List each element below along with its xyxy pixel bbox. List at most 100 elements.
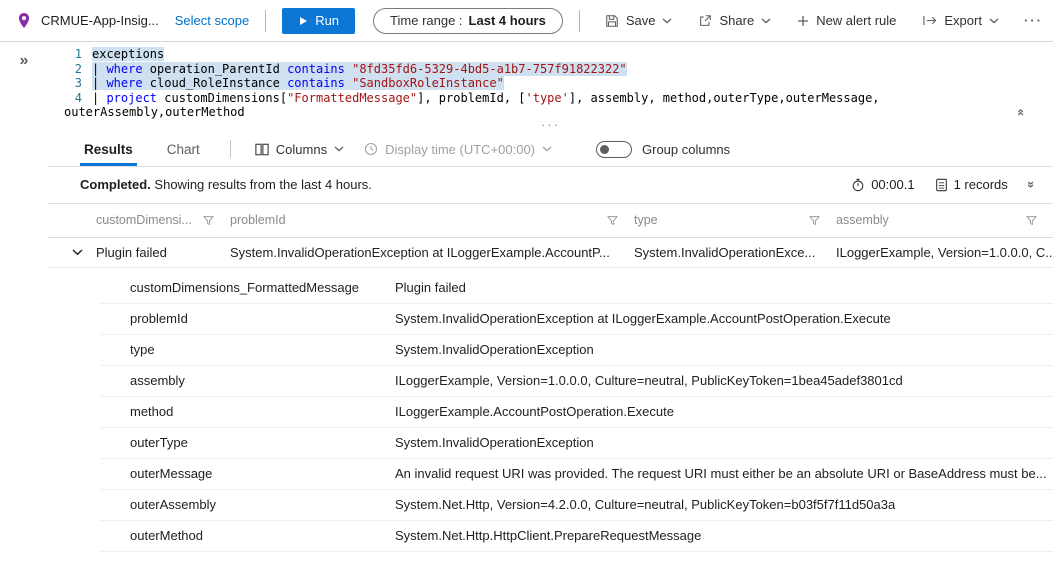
- time-range-value: Last 4 hours: [468, 13, 546, 28]
- detail-key: problemId: [130, 311, 188, 326]
- detail-key: type: [130, 342, 155, 357]
- export-icon: [923, 15, 937, 26]
- chevron-down-icon: [542, 146, 552, 152]
- results-toolbar: Results Chart Columns Display time (UTC+…: [48, 133, 1053, 167]
- display-time-button[interactable]: Display time (UTC+00:00): [354, 133, 562, 166]
- status-bar: Completed. Showing results from the last…: [48, 167, 1053, 204]
- toolbar-divider: [265, 9, 267, 32]
- toolbar-divider: [578, 9, 580, 32]
- column-header[interactable]: assembly: [836, 213, 1053, 227]
- detail-key: method: [130, 404, 174, 419]
- top-toolbar: CRMUE-App-Insig... Select scope Run Time…: [0, 0, 1053, 42]
- editor-line[interactable]: 4 | project customDimensions["FormattedM…: [48, 91, 1013, 106]
- toggle-knob: [600, 144, 609, 154]
- column-header-label: assembly: [836, 213, 889, 227]
- more-commands-button[interactable]: ···: [1016, 13, 1051, 28]
- row-details: customDimensions_FormattedMessage Plugin…: [48, 268, 1053, 552]
- detail-value: ILoggerExample.AccountPostOperation.Exec…: [395, 404, 674, 419]
- filter-icon[interactable]: [203, 215, 214, 226]
- filter-icon[interactable]: [809, 215, 820, 226]
- editor-lines: 1 exceptions 2 | where operation_ParentI…: [48, 47, 1013, 120]
- row-expander-icon[interactable]: [72, 248, 96, 256]
- chevron-down-icon: [989, 18, 999, 24]
- detail-row[interactable]: outerMessage An invalid request URI was …: [100, 459, 1053, 490]
- column-header-label: customDimensi...: [96, 213, 192, 227]
- detail-key: assembly: [130, 373, 185, 388]
- cell-assembly: ILoggerExample, Version=1.0.0.0, C...: [836, 244, 1053, 260]
- detail-value: System.InvalidOperationException: [395, 435, 594, 450]
- column-header[interactable]: problemId: [230, 213, 634, 227]
- save-button[interactable]: Save: [596, 7, 682, 35]
- filter-icon[interactable]: [1026, 215, 1037, 226]
- code-text: exceptions: [92, 47, 165, 61]
- group-columns-label: Group columns: [642, 141, 731, 157]
- detail-row[interactable]: problemId System.InvalidOperationExcepti…: [100, 304, 1053, 335]
- status-completed: Completed.: [80, 177, 151, 192]
- status-rest: Showing results from the last 4 hours.: [154, 177, 372, 192]
- detail-value: An invalid request URI was provided. The…: [395, 466, 1047, 481]
- share-icon: [700, 14, 712, 26]
- collapse-editor-icon[interactable]: »: [1014, 108, 1029, 116]
- line-number: 4: [74, 90, 82, 105]
- run-button[interactable]: Run: [282, 7, 356, 34]
- tab-results-label: Results: [84, 141, 133, 157]
- filter-icon[interactable]: [607, 215, 618, 226]
- detail-row[interactable]: customDimensions_FormattedMessage Plugin…: [100, 273, 1053, 304]
- header-cells: customDimensi... problemId type assembly: [96, 213, 1053, 227]
- detail-row[interactable]: type System.InvalidOperationException: [100, 335, 1053, 366]
- tab-chart[interactable]: Chart: [163, 133, 204, 166]
- play-icon: [300, 16, 308, 25]
- column-header[interactable]: type: [634, 213, 836, 227]
- tabs-divider: [229, 140, 231, 158]
- share-button[interactable]: Share: [689, 7, 780, 35]
- export-button[interactable]: Export: [913, 7, 1008, 35]
- elapsed-value: 00:00.1: [871, 177, 915, 192]
- line-number: 3: [74, 76, 82, 90]
- columns-icon: [255, 143, 269, 155]
- main-panel: 1 exceptions 2 | where operation_ParentI…: [48, 42, 1053, 566]
- detail-row[interactable]: outerAssembly System.Net.Http, Version=4…: [100, 490, 1053, 521]
- tab-chart-label: Chart: [166, 141, 200, 157]
- time-range-label: Time range :: [390, 13, 463, 28]
- editor-resize-handle[interactable]: ···: [48, 118, 1053, 133]
- chevron-down-icon: [761, 18, 771, 24]
- select-scope-link[interactable]: Select scope: [175, 13, 249, 28]
- plus-icon: [798, 15, 809, 26]
- expand-sidebar-icon[interactable]: »: [20, 52, 29, 70]
- detail-row[interactable]: outerMethod System.Net.Http.HttpClient.P…: [100, 521, 1053, 552]
- table-row[interactable]: Plugin failed System.InvalidOperationExc…: [48, 238, 1053, 268]
- detail-row[interactable]: assembly ILoggerExample, Version=1.0.0.0…: [100, 366, 1053, 397]
- column-header[interactable]: customDimensi...: [96, 213, 230, 227]
- detail-key: outerMethod: [130, 528, 203, 543]
- left-rail: »: [0, 42, 48, 566]
- detail-key: outerAssembly: [130, 497, 216, 512]
- group-columns-toggle[interactable]: [596, 140, 632, 158]
- line-number: 2: [74, 61, 82, 76]
- editor-line[interactable]: 2 | where operation_ParentId contains "8…: [48, 61, 1013, 77]
- stopwatch-icon: [852, 178, 864, 191]
- editor-line[interactable]: 3 | where cloud_RoleInstance contains "S…: [48, 76, 1013, 91]
- detail-row[interactable]: method ILoggerExample.AccountPostOperati…: [100, 397, 1053, 428]
- code-text: outerAssembly,outerMethod: [64, 105, 245, 119]
- code-text: | project customDimensions["FormattedMes…: [92, 90, 880, 105]
- columns-button[interactable]: Columns: [245, 133, 354, 166]
- detail-value: ILoggerExample, Version=1.0.0.0, Culture…: [395, 373, 903, 388]
- detail-row[interactable]: outerType System.InvalidOperationExcepti…: [100, 428, 1053, 459]
- status-message: Completed. Showing results from the last…: [80, 177, 372, 192]
- detail-value: System.Net.Http.HttpClient.PrepareReques…: [395, 528, 702, 543]
- new-alert-rule-button[interactable]: New alert rule: [788, 7, 905, 35]
- time-range-button[interactable]: Time range : Last 4 hours: [373, 7, 563, 34]
- cell-customDimensions: Plugin failed: [96, 244, 167, 260]
- chevron-down-icon: [662, 18, 672, 24]
- editor-line[interactable]: outerAssembly,outerMethod: [48, 105, 1013, 120]
- cell-type: System.InvalidOperationExce...: [634, 244, 816, 260]
- editor-line[interactable]: 1 exceptions: [48, 47, 1013, 62]
- query-editor[interactable]: 1 exceptions 2 | where operation_ParentI…: [48, 42, 1053, 120]
- detail-value: System.InvalidOperationException at ILog…: [395, 311, 891, 326]
- cell-problemId: System.InvalidOperationException at ILog…: [230, 244, 610, 260]
- table-header-row: customDimensi... problemId type assembly: [48, 204, 1053, 238]
- records-value: 1 records: [953, 177, 1008, 192]
- status-right: 00:00.1 1 records »: [851, 177, 1039, 192]
- tab-results[interactable]: Results: [80, 133, 137, 166]
- expand-results-icon[interactable]: »: [1024, 181, 1039, 188]
